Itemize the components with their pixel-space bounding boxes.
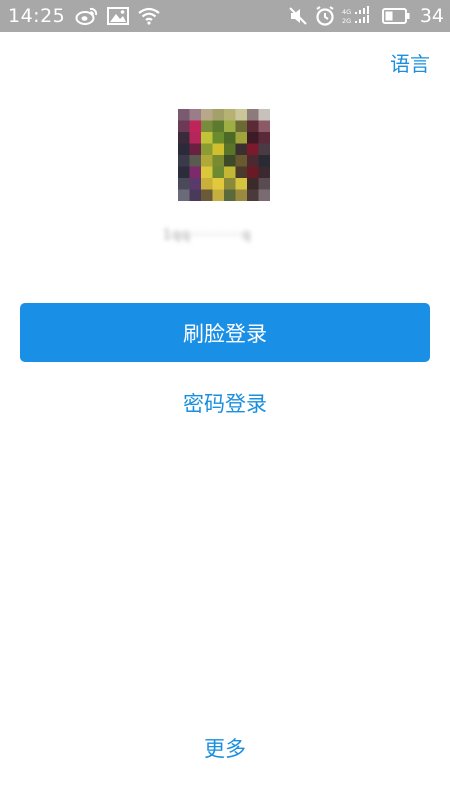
mute-icon [288, 6, 308, 26]
status-bar-left: 14:25 [8, 5, 169, 27]
account-name-text: 1qq··········q [163, 227, 252, 243]
password-login-link[interactable]: 密码登录 [0, 388, 450, 418]
more-link[interactable]: 更多 [0, 733, 450, 763]
login-screen: 14:25 4G 2G 34 语言 1qq··········q 刷脸登录 密码… [0, 0, 450, 800]
avatar [178, 109, 270, 201]
alarm-icon [314, 5, 336, 27]
status-bar-right: 4G 2G 34 [288, 5, 444, 27]
status-bar: 14:25 4G 2G 34 [0, 0, 450, 32]
face-login-button[interactable]: 刷脸登录 [20, 303, 430, 362]
battery-icon [381, 8, 410, 24]
image-icon [107, 7, 130, 25]
svg-text:2G: 2G [342, 17, 351, 25]
weibo-icon [75, 6, 99, 26]
svg-text:4G: 4G [342, 8, 351, 16]
language-link[interactable]: 语言 [390, 48, 430, 77]
account-name: 1qq··········q [163, 225, 293, 245]
battery-level: 34 [419, 5, 444, 27]
wifi-icon [137, 7, 161, 25]
status-time: 14:25 [8, 5, 66, 27]
signal-icon: 4G 2G [342, 6, 376, 26]
